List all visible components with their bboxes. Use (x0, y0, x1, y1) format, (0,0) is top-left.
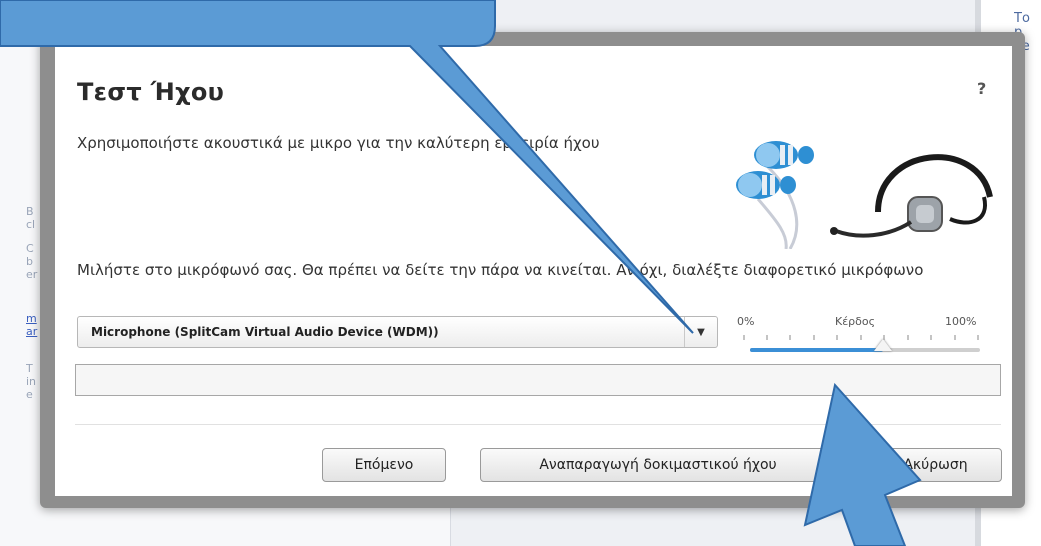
headset-image (728, 127, 1004, 249)
microphone-select-value: Microphone (SplitCam Virtual Audio Devic… (91, 325, 439, 339)
dialog-description: Χρησιμοποιήστε ακουστικά με μικρο για τη… (77, 134, 600, 152)
instruction-text: Μιλήστε στο μικρόφωνό σας. Θα πρέπει να … (77, 261, 924, 279)
gain-slider[interactable] (750, 339, 980, 352)
play-test-sound-button[interactable]: Αναπαραγωγή δοκιμαστικού ήχου (480, 448, 836, 482)
gain-min-label: 0% (737, 315, 755, 328)
gain-ticks (743, 335, 979, 340)
background-left-text-1: B cl (26, 205, 36, 231)
dialog-divider (75, 424, 1001, 425)
next-button[interactable]: Επόμενο (322, 448, 446, 482)
background-left-text-2: C b er (26, 242, 38, 281)
background-left-link[interactable]: m ar (26, 312, 40, 338)
gain-slider-thumb[interactable] (874, 339, 893, 351)
sound-test-dialog: Τεστ Ήχου ? Χρησιμοποιήστε ακουστικά με … (55, 46, 1012, 496)
help-button[interactable]: ? (977, 79, 986, 98)
gain-slider-fill (750, 348, 884, 352)
microphone-select[interactable]: Microphone (SplitCam Virtual Audio Devic… (77, 316, 718, 348)
gain-control: 0% Κέρδος 100% (737, 315, 991, 355)
background-left-text-3: T in e (26, 362, 37, 401)
gain-title-label: Κέρδος (835, 315, 876, 328)
dialog-title: Τεστ Ήχου (77, 78, 225, 106)
gain-max-label: 100% (945, 315, 977, 328)
microphone-level-bar (75, 364, 1001, 396)
chevron-down-icon[interactable]: ▼ (684, 317, 717, 347)
cancel-button[interactable]: Ακύρωση (869, 448, 1002, 482)
